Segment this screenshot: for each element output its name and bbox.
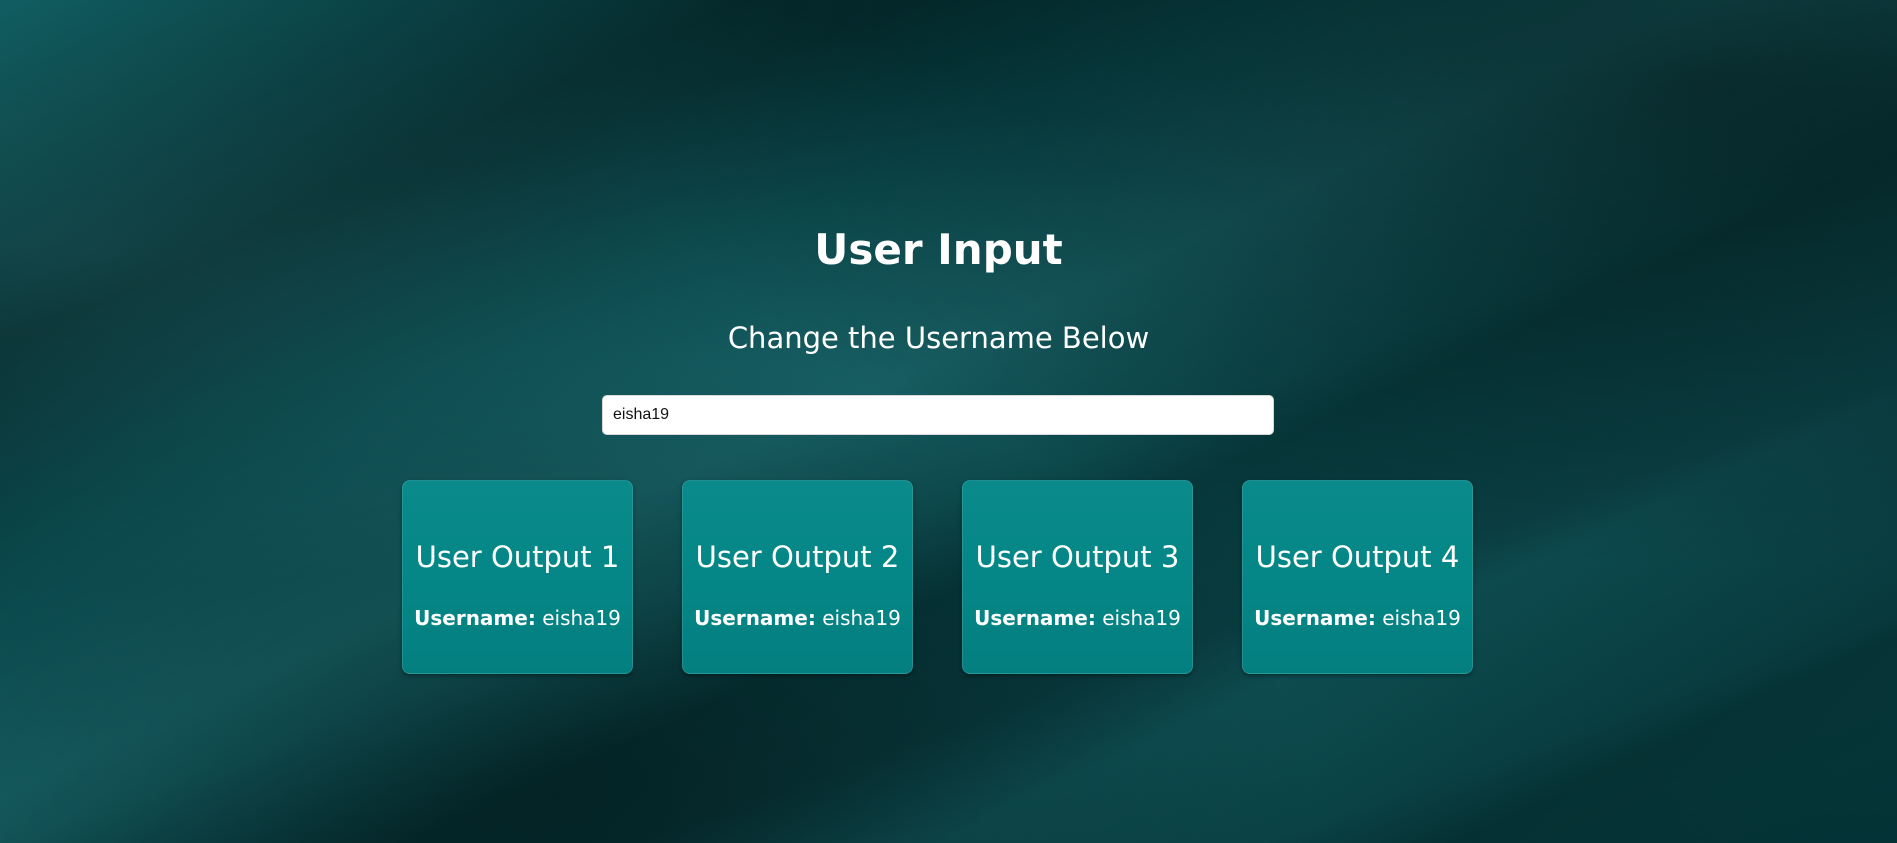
card-username: Username: eisha19 [683,604,912,632]
card-username: Username: eisha19 [403,604,632,632]
card-title: User Output 3 [975,540,1180,574]
username-label: Username: [1254,606,1376,630]
card-title: User Output 1 [415,540,620,574]
username-value: eisha19 [1382,606,1461,630]
output-card-1: User Output 1 Username: eisha19 [402,480,633,674]
output-card-2: User Output 2 Username: eisha19 [682,480,913,674]
card-username: Username: eisha19 [963,604,1192,632]
username-value: eisha19 [542,606,621,630]
page-subtitle: Change the Username Below [727,321,1150,355]
page-title: User Input [814,225,1063,274]
card-username: Username: eisha19 [1243,604,1472,632]
output-card-3: User Output 3 Username: eisha19 [962,480,1193,674]
output-cards: User Output 1 Username: eisha19 User Out… [402,480,1474,674]
username-value: eisha19 [1102,606,1181,630]
username-label: Username: [694,606,816,630]
main-content: User Input Change the Username Below Use… [0,0,1897,843]
card-title: User Output 2 [695,540,900,574]
username-label: Username: [414,606,536,630]
card-title: User Output 4 [1255,540,1460,574]
username-value: eisha19 [822,606,901,630]
username-label: Username: [974,606,1096,630]
output-card-4: User Output 4 Username: eisha19 [1242,480,1473,674]
username-input[interactable] [602,395,1274,435]
